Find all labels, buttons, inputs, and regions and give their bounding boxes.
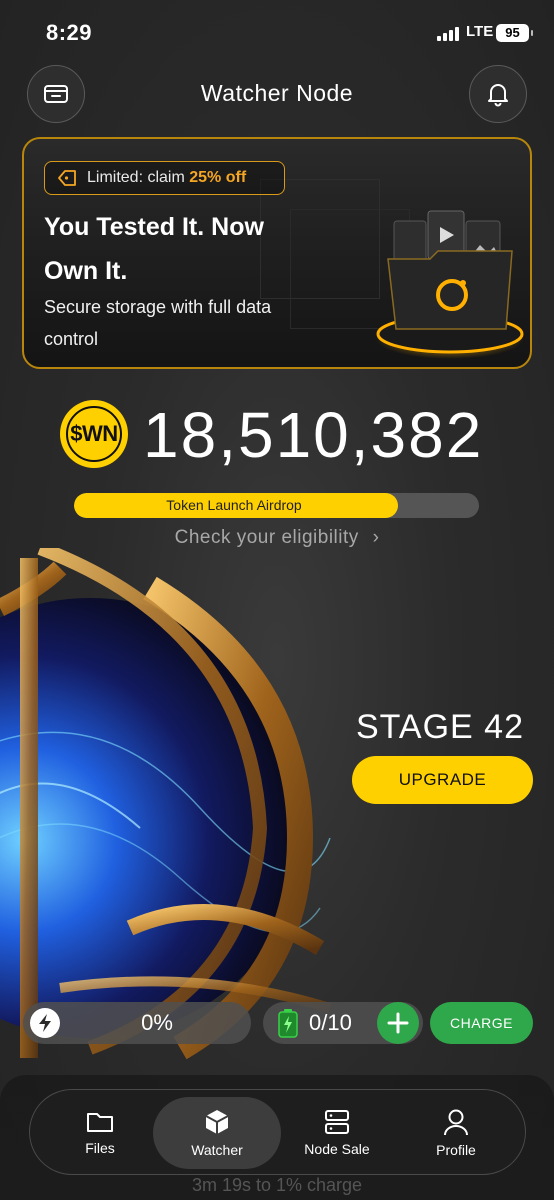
energy-indicator: 0% — [23, 1002, 251, 1044]
airdrop-progress-label: Token Launch Airdrop — [166, 497, 302, 513]
charge-timer-text: 3m 19s to 1% charge — [191, 1175, 363, 1195]
promo-badge-prefix: Limited: claim — [87, 169, 190, 186]
token-symbol: $WN — [70, 421, 118, 446]
token-logo: $WN — [60, 400, 128, 468]
plus-icon — [387, 1012, 409, 1034]
tab-files[interactable]: Files — [38, 1090, 162, 1176]
folder-icon — [87, 1113, 113, 1132]
signal-icon — [437, 27, 459, 41]
tab-profile-label: Profile — [436, 1142, 476, 1158]
battery-charges-value: 0/10 — [309, 1010, 352, 1035]
battery-icon: 95 — [496, 24, 533, 42]
battery-charge-icon — [278, 1009, 298, 1038]
eligibility-text: Check your eligibility — [174, 527, 359, 548]
energy-value: 0% — [141, 1010, 173, 1035]
token-balance: 18,510,382 — [143, 399, 484, 471]
charge-button[interactable]: CHARGE — [430, 1002, 533, 1044]
bottom-tab-bar: Files Watcher Node Sale Profile — [29, 1089, 526, 1175]
tab-node-sale[interactable]: Node Sale — [275, 1090, 399, 1176]
promo-badge: Limited: claim 25% off — [44, 161, 285, 195]
node-orb-illustration — [0, 548, 332, 1060]
promo-title: You Tested It. Now Own It. — [44, 213, 264, 285]
chevron-right-icon: › — [372, 527, 380, 548]
tab-files-label: Files — [85, 1140, 115, 1156]
tab-node-sale-label: Node Sale — [304, 1141, 370, 1157]
notifications-button[interactable] — [469, 65, 527, 123]
server-icon — [325, 1110, 349, 1134]
network-label: LTE — [466, 23, 494, 40]
add-charge-button[interactable] — [377, 1002, 419, 1044]
stage-label: STAGE 42 — [356, 708, 524, 746]
promo-badge-text: Limited: claim 25% off — [87, 169, 246, 187]
promo-banner[interactable]: Limited: claim 25% off You Tested It. No… — [22, 137, 532, 369]
status-time: 8:29 — [46, 20, 93, 45]
lightning-icon — [30, 1008, 60, 1038]
folder-storage-illustration — [376, 210, 524, 359]
tab-watcher[interactable]: Watcher — [153, 1097, 281, 1169]
cube-icon — [205, 1110, 229, 1134]
promo-badge-highlight: 25% off — [189, 169, 247, 186]
tag-icon — [58, 170, 76, 186]
promo-subtitle: Secure storage with full data control — [44, 297, 272, 349]
bell-icon — [488, 84, 508, 107]
user-icon — [444, 1109, 468, 1136]
check-eligibility-link[interactable]: Check your eligibility › — [0, 527, 554, 549]
upgrade-button[interactable]: UPGRADE — [352, 756, 533, 804]
status-bar: 8:29 LTE 95 — [0, 0, 554, 66]
tab-watcher-label: Watcher — [191, 1142, 243, 1158]
tab-profile[interactable]: Profile — [394, 1090, 518, 1176]
